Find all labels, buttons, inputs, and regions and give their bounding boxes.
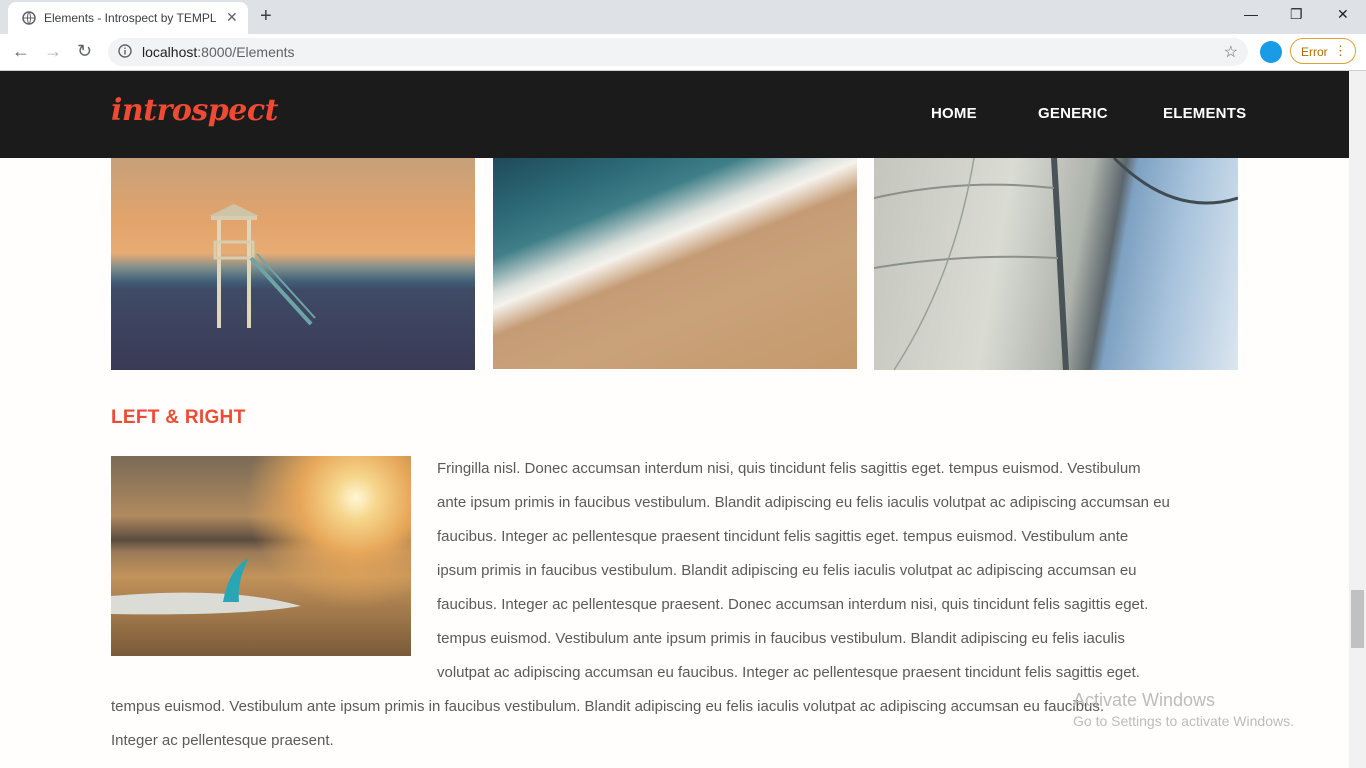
paragraph-line: tempus euismod. Vestibulum ante ipsum pr…: [111, 698, 1105, 715]
lifeguard-tower-drawing: [209, 204, 316, 328]
browser-toolbar: ← → ↻ localhost:8000/Elements ☆ Error ⋮: [0, 34, 1366, 71]
tab-title: Elements - Introspect by TEMPLA: [44, 11, 216, 25]
new-tab-button[interactable]: +: [260, 5, 272, 27]
reload-icon[interactable]: ↻: [77, 41, 92, 61]
paragraph-line: faucibus. Integer ac pellentesque praese…: [437, 596, 1149, 613]
site-logo[interactable]: introspect: [111, 93, 278, 128]
paragraph-line: Integer ac pellentesque praesent.: [111, 732, 334, 749]
url-text: localhost:8000/Elements: [142, 44, 295, 60]
sail-image: [874, 158, 1238, 370]
site-header: introspect HOME GENERIC ELEMENTS: [0, 71, 1349, 158]
windows-activation-watermark: Activate Windows Go to Settings to activ…: [1073, 690, 1294, 729]
paragraph-line: Fringilla nisl. Donec accumsan interdum …: [437, 460, 1141, 477]
beach-waves-image: [493, 158, 857, 369]
nav-generic[interactable]: GENERIC: [1038, 105, 1108, 122]
paragraph-left: tempus euismod. Vestibulum ante ipsum pr…: [111, 690, 1104, 758]
paragraph-line: ante ipsum primis in faucibus vestibulum…: [437, 494, 1170, 511]
url-path: :8000/Elements: [197, 44, 295, 60]
address-bar[interactable]: localhost:8000/Elements ☆: [108, 38, 1248, 66]
paragraph-line: faucibus. Integer ac pellentesque praese…: [437, 528, 1129, 545]
restore-button[interactable]: ❐: [1290, 6, 1303, 23]
paragraph-right: Fringilla nisl. Donec accumsan interdum …: [437, 452, 1170, 690]
paragraph-line: volutpat ac adipiscing accumsan eu fauci…: [437, 664, 1140, 681]
tab-close-icon[interactable]: ✕: [226, 9, 238, 26]
nav-home[interactable]: HOME: [931, 105, 977, 122]
bookmark-star-icon[interactable]: ☆: [1224, 42, 1238, 62]
paragraph-line: tempus euismod. Vestibulum ante ipsum pr…: [437, 630, 1125, 647]
watermark-subtitle: Go to Settings to activate Windows.: [1073, 713, 1294, 729]
close-window-button[interactable]: ✕: [1337, 6, 1349, 23]
scrollbar-thumb[interactable]: [1351, 590, 1364, 648]
back-arrow-icon[interactable]: ←: [12, 41, 30, 61]
surfboard-drawing: [111, 558, 301, 615]
minimize-button[interactable]: —: [1244, 6, 1258, 22]
browser-tab[interactable]: Elements - Introspect by TEMPLA ✕: [8, 2, 248, 34]
forward-arrow-icon[interactable]: →: [44, 41, 62, 61]
surfboard-sunset-image: [111, 456, 411, 656]
sail-drawing: [874, 158, 1238, 370]
browser-tabstrip: Elements - Introspect by TEMPLA ✕ + — ❐ …: [0, 0, 1366, 34]
watermark-title: Activate Windows: [1073, 690, 1216, 710]
lifeguard-tower-image: [111, 158, 475, 370]
page-scrollbar[interactable]: [1349, 71, 1366, 768]
nav-elements[interactable]: ELEMENTS: [1163, 105, 1246, 122]
url-host: localhost: [142, 44, 198, 60]
menu-dots-icon: ⋮: [1334, 43, 1347, 58]
info-icon[interactable]: [118, 44, 132, 58]
profile-avatar[interactable]: [1260, 41, 1282, 63]
error-button[interactable]: Error ⋮: [1290, 38, 1356, 64]
paragraph-line: ipsum primis in faucibus vestibulum. Bla…: [437, 562, 1137, 579]
globe-icon: [22, 11, 36, 25]
section-title: LEFT & RIGHT: [111, 407, 246, 428]
error-label: Error: [1301, 45, 1328, 59]
